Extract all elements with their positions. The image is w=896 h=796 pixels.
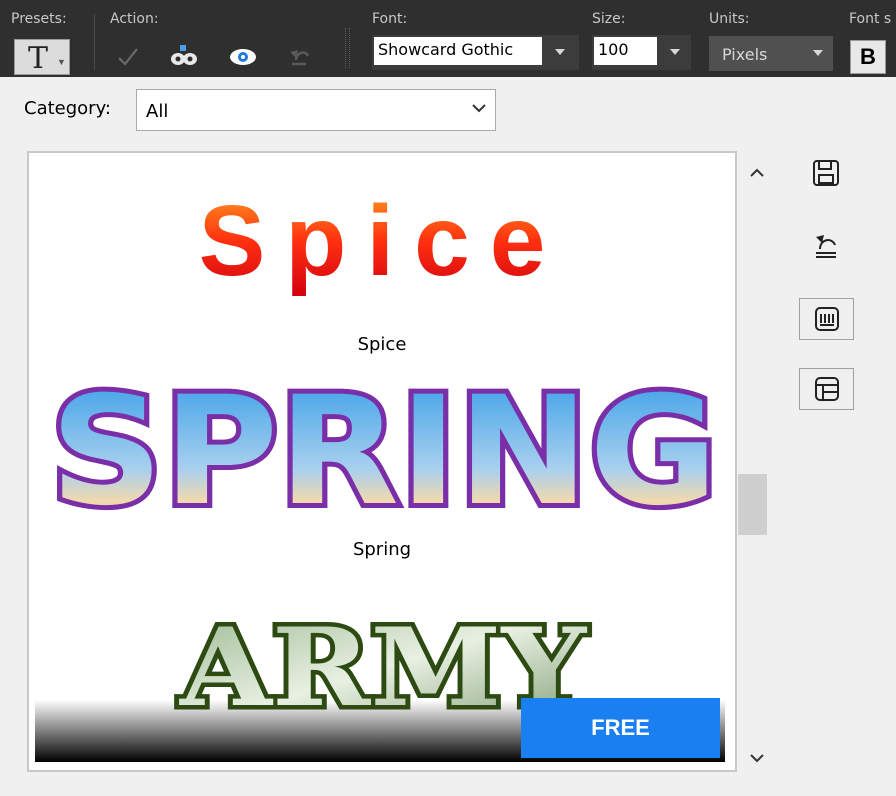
chevron-down-icon[interactable] — [555, 49, 565, 55]
category-label: Category: — [24, 98, 111, 119]
font-label: Font: — [372, 11, 408, 27]
bold-button[interactable]: B — [850, 40, 886, 74]
preset-spring-preview: SPRING — [50, 365, 718, 539]
units-dropdown[interactable]: Pixels — [709, 36, 833, 71]
preset-icon-2 — [815, 377, 839, 401]
preset-button-2[interactable] — [799, 368, 854, 410]
separator — [94, 14, 95, 70]
size-dropdown[interactable]: 100 — [592, 35, 691, 70]
check-icon[interactable] — [116, 46, 140, 68]
toolbar: Presets: Action: Font: Size: Units: Font… — [0, 0, 896, 77]
presets-button[interactable]: T ▼ — [14, 39, 70, 76]
mask-icon[interactable] — [170, 44, 198, 68]
reset-icon[interactable] — [810, 229, 842, 261]
undo-icon[interactable] — [286, 44, 312, 70]
preset-preview-list[interactable]: Spice SPRING ARMY Spice Spring — [27, 151, 737, 772]
action-label: Action: — [110, 11, 159, 27]
preset-spice-caption: Spice — [357, 334, 407, 355]
units-label: Units: — [709, 11, 750, 27]
scrollbar-thumb[interactable] — [738, 474, 767, 535]
eye-icon[interactable] — [228, 48, 258, 66]
size-field[interactable]: 100 — [594, 37, 657, 65]
free-button[interactable]: FREE — [521, 698, 720, 758]
toolbar-grip[interactable] — [345, 28, 350, 68]
chevron-down-icon[interactable] — [670, 49, 680, 55]
dropdown-arrow-icon: ▼ — [57, 57, 66, 67]
scroll-down-icon[interactable] — [749, 751, 765, 765]
category-value: All — [146, 101, 169, 122]
preset-button-1[interactable] — [799, 298, 854, 340]
save-icon[interactable] — [810, 157, 842, 189]
text-tool-icon: T — [28, 41, 49, 76]
font-style-label: Font s — [849, 11, 892, 27]
size-label: Size: — [592, 11, 626, 27]
chevron-down-icon[interactable] — [471, 100, 487, 116]
preset-icon-1 — [815, 307, 839, 331]
category-select[interactable]: All — [136, 89, 496, 131]
font-dropdown[interactable]: Showcard Gothic — [372, 35, 579, 70]
preset-spring-caption: Spring — [352, 539, 412, 560]
font-field[interactable]: Showcard Gothic — [374, 37, 542, 65]
presets-label: Presets: — [11, 11, 67, 27]
chevron-down-icon[interactable] — [813, 50, 823, 56]
units-value: Pixels — [722, 45, 768, 64]
preview-canvas: Spice SPRING ARMY — [35, 185, 725, 762]
scroll-up-icon[interactable] — [749, 166, 765, 180]
preset-spice-preview: Spice — [199, 185, 566, 297]
